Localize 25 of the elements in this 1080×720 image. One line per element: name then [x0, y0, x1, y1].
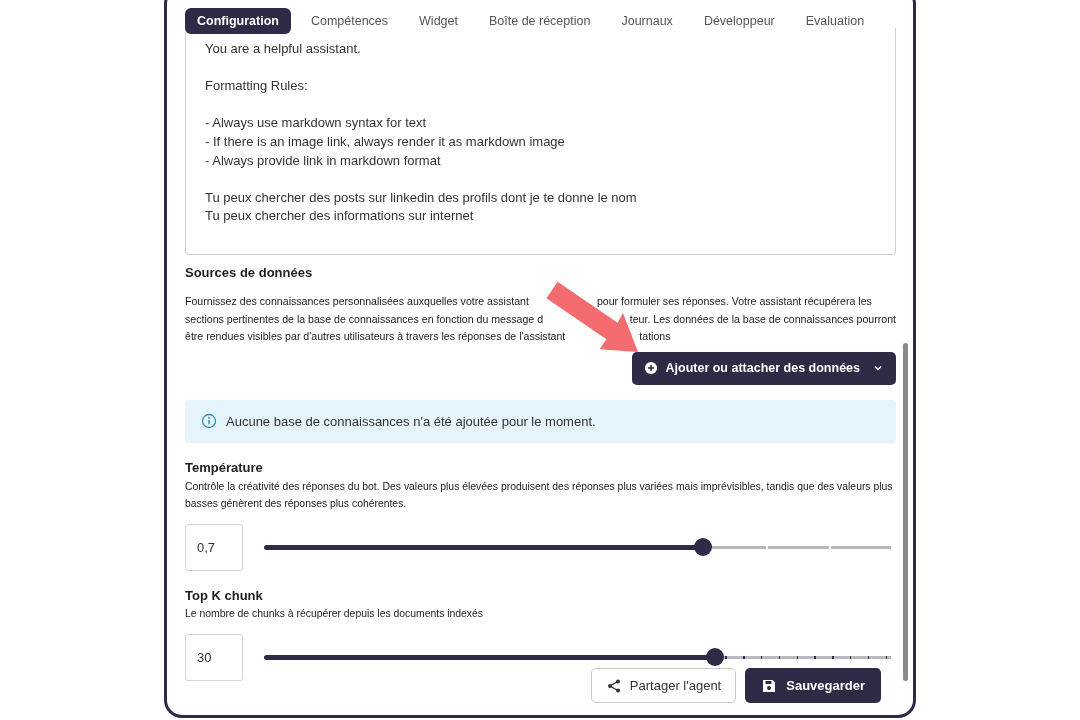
setting-description: Contrôle la créativité des réponses du bot. Des valeurs plus élevées produisent des réponses plus variées mais imprévisibles, tandis que des valeurs plus basses génèrent des réponses plus cohérentes. [185, 479, 894, 511]
share-button[interactable]: Partager l'agent [590, 668, 737, 703]
info-icon [201, 413, 217, 429]
description-text: teur. Les données de la base de connaissances pourront [629, 311, 896, 327]
section-title: Sources de données [185, 265, 314, 280]
prompt-textarea[interactable]: You are a helpful assistant. Formatting Rules: - Always use markdown syntax for text - If there is an image link, always render it as markdown image - Always provide link in markdown format Tu peux chercher des posts sur linkedin des profils dont je te donne le nom Tu peux chercher des informations sur internet [185, 28, 896, 255]
description-text: pour formuler ses réponses. Votre assistant récupérera les [596, 294, 872, 309]
setting-description: Le nombre de chunks à récupérer depuis les documents indexés [185, 606, 485, 621]
setting-title: Température [185, 459, 264, 475]
value-field[interactable]: 0,7 [185, 523, 243, 571]
description-text: Fournissez des connaissances personnalisées auxquelles votre assistant [185, 294, 529, 309]
slider-thumb[interactable] [693, 538, 712, 556]
info-message: Aucune base de connaissances n'a été ajoutée pour le moment. [226, 413, 596, 429]
add-data-button[interactable]: Ajouter ou attacher des données [631, 351, 896, 385]
scrollbar[interactable] [903, 343, 908, 681]
setting-title: Top K chunk [185, 587, 264, 603]
value-field[interactable]: 30 [185, 633, 243, 681]
description-text: tations [639, 329, 671, 344]
save-button[interactable]: Sauvegarder [745, 668, 881, 703]
share-icon [605, 677, 622, 694]
plus-circle-icon [643, 361, 658, 375]
description-text: être rendues visibles par d'autres utilisateurs à travers les réponses de l'assistant [185, 329, 566, 344]
description-text: sections pertinentes de la base de connaissances en fonction du message d [185, 311, 544, 327]
slider-thumb[interactable] [706, 648, 725, 666]
tab[interactable]: Configuration [185, 8, 291, 34]
